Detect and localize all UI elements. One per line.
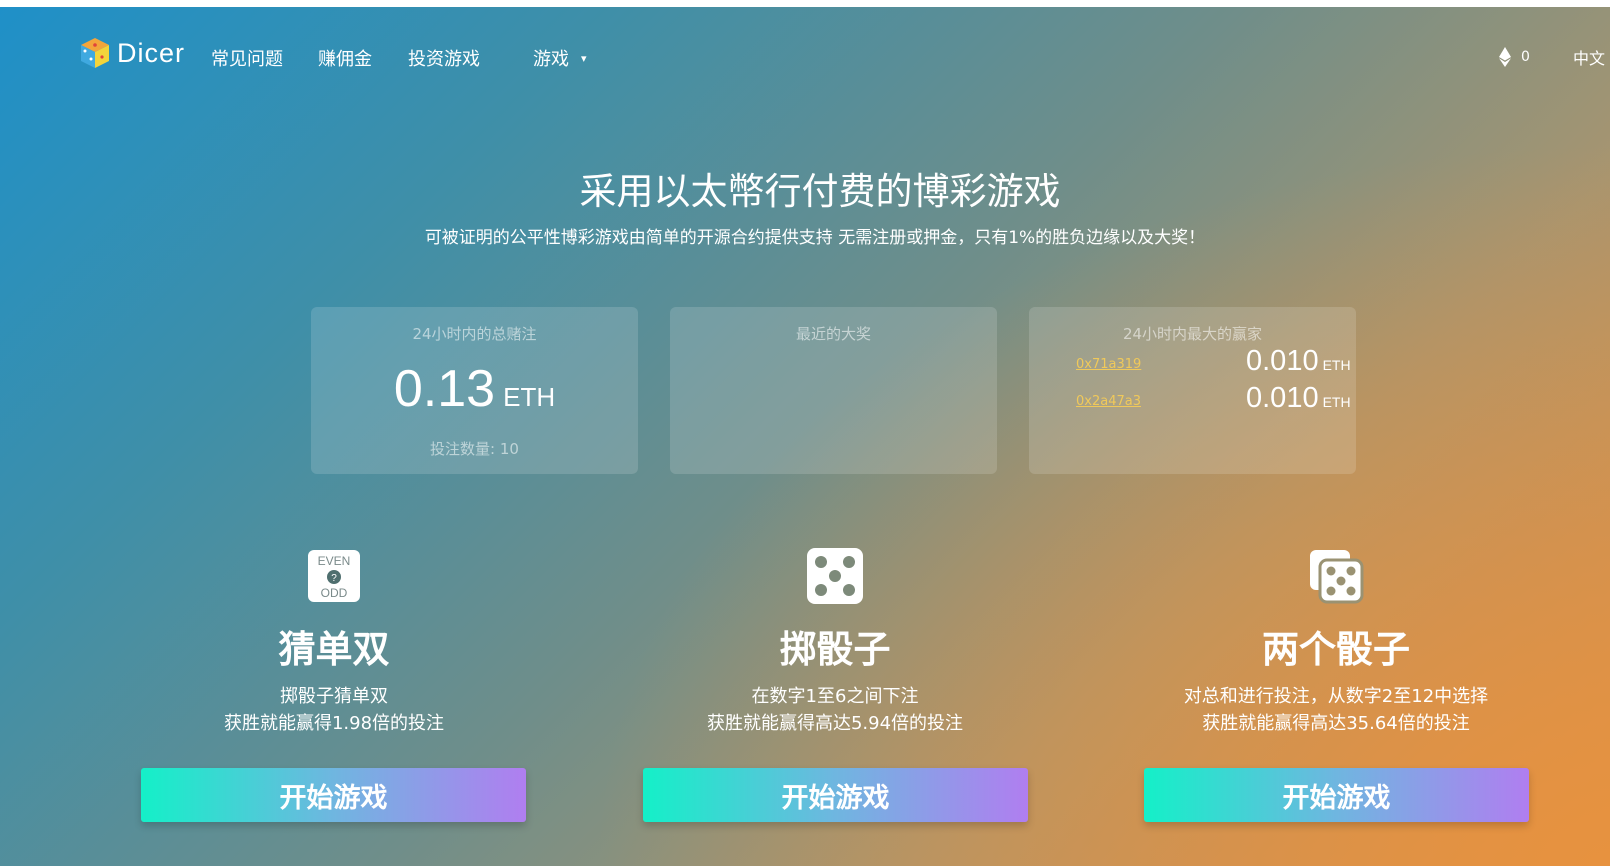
top-nav: Dicer 常见问题 赚佣金 投资游戏 游戏 ▾ 0 中文 [0, 7, 1610, 107]
game-description-line: 对总和进行投注，从数字2至12中选择 [1183, 686, 1489, 707]
game-title: 掷骰子 [779, 628, 891, 671]
nav-faq-link[interactable]: 常见问题 [211, 45, 283, 71]
winner-value: 0.010 [1246, 345, 1319, 377]
even-odd-icon: EVEN ? ODD [308, 550, 360, 602]
language-switch[interactable]: 中文 [1573, 45, 1605, 69]
two-dice-icon [1310, 550, 1364, 604]
winner-address-link[interactable]: 0x2a47a3 [1076, 394, 1141, 409]
top-winners-card: 24小时内最大的赢家 0x71a319 0.010 ETH 0x2a47a3 0.… [1029, 307, 1356, 474]
hero-title: 采用以太幣行付费的博彩游戏 [579, 170, 1061, 213]
game-description-line: 掷骰子猜单双 [280, 686, 388, 707]
page-background: Dicer 常见问题 赚佣金 投资游戏 游戏 ▾ 0 中文 采用以太幣行付费的博… [0, 7, 1610, 866]
nav-invest-link[interactable]: 投资游戏 [408, 45, 480, 71]
play-dice-button[interactable]: 开始游戏 [643, 768, 1028, 822]
svg-text:ODD: ODD [321, 586, 348, 600]
game-description: 对总和进行投注，从数字2至12中选择 获胜就能赢得高达35.64倍的投注 [1136, 683, 1536, 737]
eth-balance[interactable]: 0 [1499, 47, 1530, 67]
winner-row: 0x71a319 0.010 ETH [1076, 345, 1351, 379]
game-two-dice: 两个骰子 对总和进行投注，从数字2至12中选择 获胜就能赢得高达35.64倍的投… [1136, 547, 1536, 737]
ethereum-icon [1499, 47, 1511, 67]
game-description: 在数字1至6之间下注 获胜就能赢得高达5.94倍的投注 [635, 683, 1035, 737]
total-bets-title: 24小时内的总赌注 [412, 325, 537, 343]
winner-address-link[interactable]: 0x71a319 [1076, 357, 1141, 372]
hero-subtitle: 可被证明的公平性博彩游戏由简单的开源合约提供支持 无需注册或押金，只有1%的胜负… [424, 228, 1206, 248]
game-title: 猜单双 [278, 628, 390, 671]
total-bets-card: 24小时内的总赌注 0.13 ETH 投注数量: 10 [311, 307, 638, 474]
game-description-line: 获胜就能赢得高达35.64倍的投注 [1202, 713, 1470, 734]
game-description: 掷骰子猜单双 获胜就能赢得1.98倍的投注 [134, 683, 534, 737]
top-winners-title: 24小时内最大的赢家 [1122, 325, 1263, 343]
game-dice: 掷骰子 在数字1至6之间下注 获胜就能赢得高达5.94倍的投注 [635, 547, 1035, 737]
game-title: 两个骰子 [1262, 628, 1410, 671]
game-description-line: 在数字1至6之间下注 [751, 686, 919, 707]
winner-row: 0x2a47a3 0.010 ETH [1076, 382, 1351, 416]
svg-text:EVEN: EVEN [318, 554, 351, 568]
total-bets-value: 0.13 [393, 360, 496, 418]
play-even-odd-button[interactable]: 开始游戏 [141, 768, 526, 822]
dice-logo-icon [81, 38, 109, 68]
nav-games-label: 游戏 [533, 49, 569, 70]
recent-jackpot-card: 最近的大奖 [670, 307, 997, 474]
winner-unit: ETH [1322, 357, 1351, 373]
bet-count: 投注数量: 10 [430, 440, 519, 458]
brand-name: Dicer [117, 37, 186, 68]
nav-commission-link[interactable]: 赚佣金 [318, 45, 372, 71]
total-bets-unit: ETH [503, 382, 556, 412]
game-even-odd: EVEN ? ODD 猜单双 掷骰子猜单双 获胜就能赢得1.98倍的投注 [134, 547, 534, 737]
eth-balance-value: 0 [1521, 49, 1530, 65]
game-description-line: 获胜就能赢得1.98倍的投注 [223, 713, 445, 734]
chevron-down-icon: ▾ [581, 51, 587, 65]
game-description-line: 获胜就能赢得高达5.94倍的投注 [706, 713, 964, 734]
nav-games-dropdown[interactable]: 游戏 ▾ [533, 45, 587, 71]
dice-icon [807, 548, 863, 604]
play-two-dice-button[interactable]: 开始游戏 [1144, 768, 1529, 822]
winner-amount: 0.010 ETH [1246, 345, 1351, 378]
winner-amount: 0.010 ETH [1246, 382, 1351, 415]
winner-unit: ETH [1322, 394, 1351, 410]
winner-value: 0.010 [1246, 382, 1319, 414]
recent-jackpot-title: 最近的大奖 [795, 325, 871, 343]
brand-logo[interactable]: Dicer [79, 37, 185, 69]
total-bets-amount: 0.13 ETH [311, 359, 638, 419]
svg-text:?: ? [331, 573, 337, 584]
